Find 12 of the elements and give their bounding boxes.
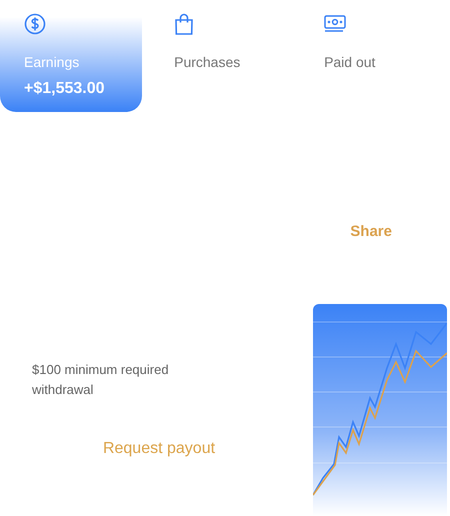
- shopping-bag-icon: [174, 13, 194, 35]
- banknote-icon: [324, 13, 346, 35]
- minimum-note: $100 minimum required withdrawal: [32, 361, 170, 399]
- dollar-icon: [24, 13, 46, 35]
- request-payout-button[interactable]: Request payout: [98, 436, 220, 462]
- share-button[interactable]: Share: [348, 219, 394, 244]
- amount: +$1,553.00: [24, 80, 105, 98]
- tab-label: Purchases: [174, 54, 240, 70]
- tab[interactable]: Paid out: [300, 0, 450, 112]
- tab-label: Earnings: [24, 54, 80, 70]
- tab-label: Paid out: [324, 54, 376, 70]
- tab[interactable]: Purchases: [150, 0, 300, 112]
